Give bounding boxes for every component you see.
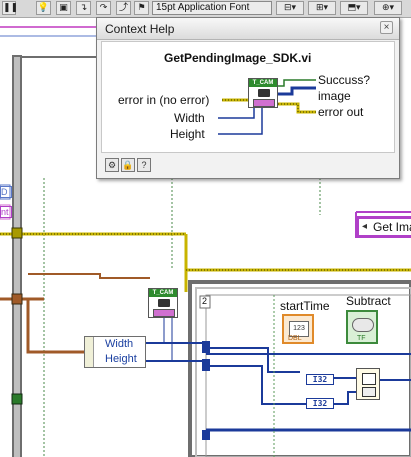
tf-type-tag: TF (357, 335, 366, 342)
getpendingimage-subvi-node[interactable]: T_CAM (148, 288, 178, 318)
i32-constant-1[interactable]: I32 (306, 374, 334, 385)
context-help-content: GetPendingImage_SDK.vi T_CAM error in (n… (101, 41, 395, 153)
toolbar: ❚❚ 💡 ▣ ↴ ↷ ⤴ ⚑ 15pt Application Font ⊟▾ … (0, 0, 411, 18)
step-over-button[interactable]: ↷ (96, 1, 111, 15)
distribute-objects-button[interactable]: ⊞▾ (308, 1, 336, 15)
subtract-label: Subtract (346, 294, 391, 308)
terminal-width: Width (174, 111, 205, 125)
subvi-header: T_CAM (149, 289, 177, 297)
build-array-icon (362, 373, 376, 385)
resize-objects-button[interactable]: ⬒▾ (340, 1, 368, 15)
bundle-field-height: Height (105, 353, 137, 365)
left-control-fragment-a: D (0, 186, 12, 198)
cluster-icon (153, 309, 175, 317)
terminal-height: Height (170, 127, 205, 141)
font-menu-label: 15pt Application Font (156, 2, 250, 13)
get-image-label: Get Ima (373, 220, 411, 234)
array-resize-icon (362, 387, 376, 397)
terminal-success: Succuss? (318, 73, 371, 87)
warning-button[interactable]: ⚑ (134, 1, 149, 15)
terminal-error-out: error out (318, 105, 364, 119)
frame-selector-label[interactable]: 2 (202, 296, 207, 306)
camera-icon (158, 299, 170, 307)
font-menu[interactable]: 15pt Application Font (152, 1, 272, 15)
boolean-led-icon (352, 318, 374, 332)
highlight-execution-button[interactable]: 💡 (36, 1, 51, 15)
cluster-icon (253, 99, 275, 107)
lock-icon[interactable]: 🔒 (121, 158, 135, 172)
camera-icon (258, 89, 270, 97)
subtract-terminal[interactable]: TF (346, 310, 378, 344)
question-icon[interactable]: ? (137, 158, 151, 172)
align-objects-button[interactable]: ⊟▾ (276, 1, 304, 15)
retain-wire-values-button[interactable]: ▣ (56, 1, 71, 15)
context-help-title-bar[interactable]: Context Help × (97, 18, 399, 40)
help-vi-icon: T_CAM (248, 78, 278, 108)
terminal-error-in: error in (no error) (118, 93, 210, 107)
context-help-title: Context Help (105, 22, 175, 36)
terminal-image: image (318, 89, 351, 103)
bundle-field-width: Width (105, 338, 134, 350)
get-image-node[interactable]: ◂ Get Ima (356, 216, 411, 238)
step-out-button[interactable]: ⤴ (116, 1, 131, 15)
bundle-handle (85, 337, 94, 367)
start-time-terminal[interactable]: 123 DBL (282, 314, 314, 344)
help-vi-icon-header: T_CAM (249, 79, 277, 87)
pause-button[interactable]: ❚❚ (2, 1, 18, 15)
left-control-fragment-b: nt (0, 206, 12, 218)
bundle-by-name-node[interactable]: Width Height (84, 336, 146, 368)
context-help-window[interactable]: Context Help × GetPendingImage_SDK.vi T_… (96, 17, 400, 179)
dbl-type-tag: DBL (288, 335, 302, 342)
gear-icon[interactable]: ⚙ (105, 158, 119, 172)
context-help-footer: ⚙ 🔒 ? (101, 156, 395, 176)
build-array-node[interactable] (356, 368, 380, 400)
start-time-label: startTime (280, 299, 330, 313)
close-icon[interactable]: × (380, 21, 393, 34)
step-into-button[interactable]: ↴ (76, 1, 91, 15)
get-image-arrow-icon: ◂ (362, 221, 368, 232)
i32-constant-2[interactable]: I32 (306, 398, 334, 409)
block-diagram-canvas[interactable]: ❚❚ 💡 ▣ ↴ ↷ ⤴ ⚑ 15pt Application Font ⊟▾ … (0, 0, 411, 457)
reorder-button[interactable]: ⊕▾ (374, 1, 402, 15)
